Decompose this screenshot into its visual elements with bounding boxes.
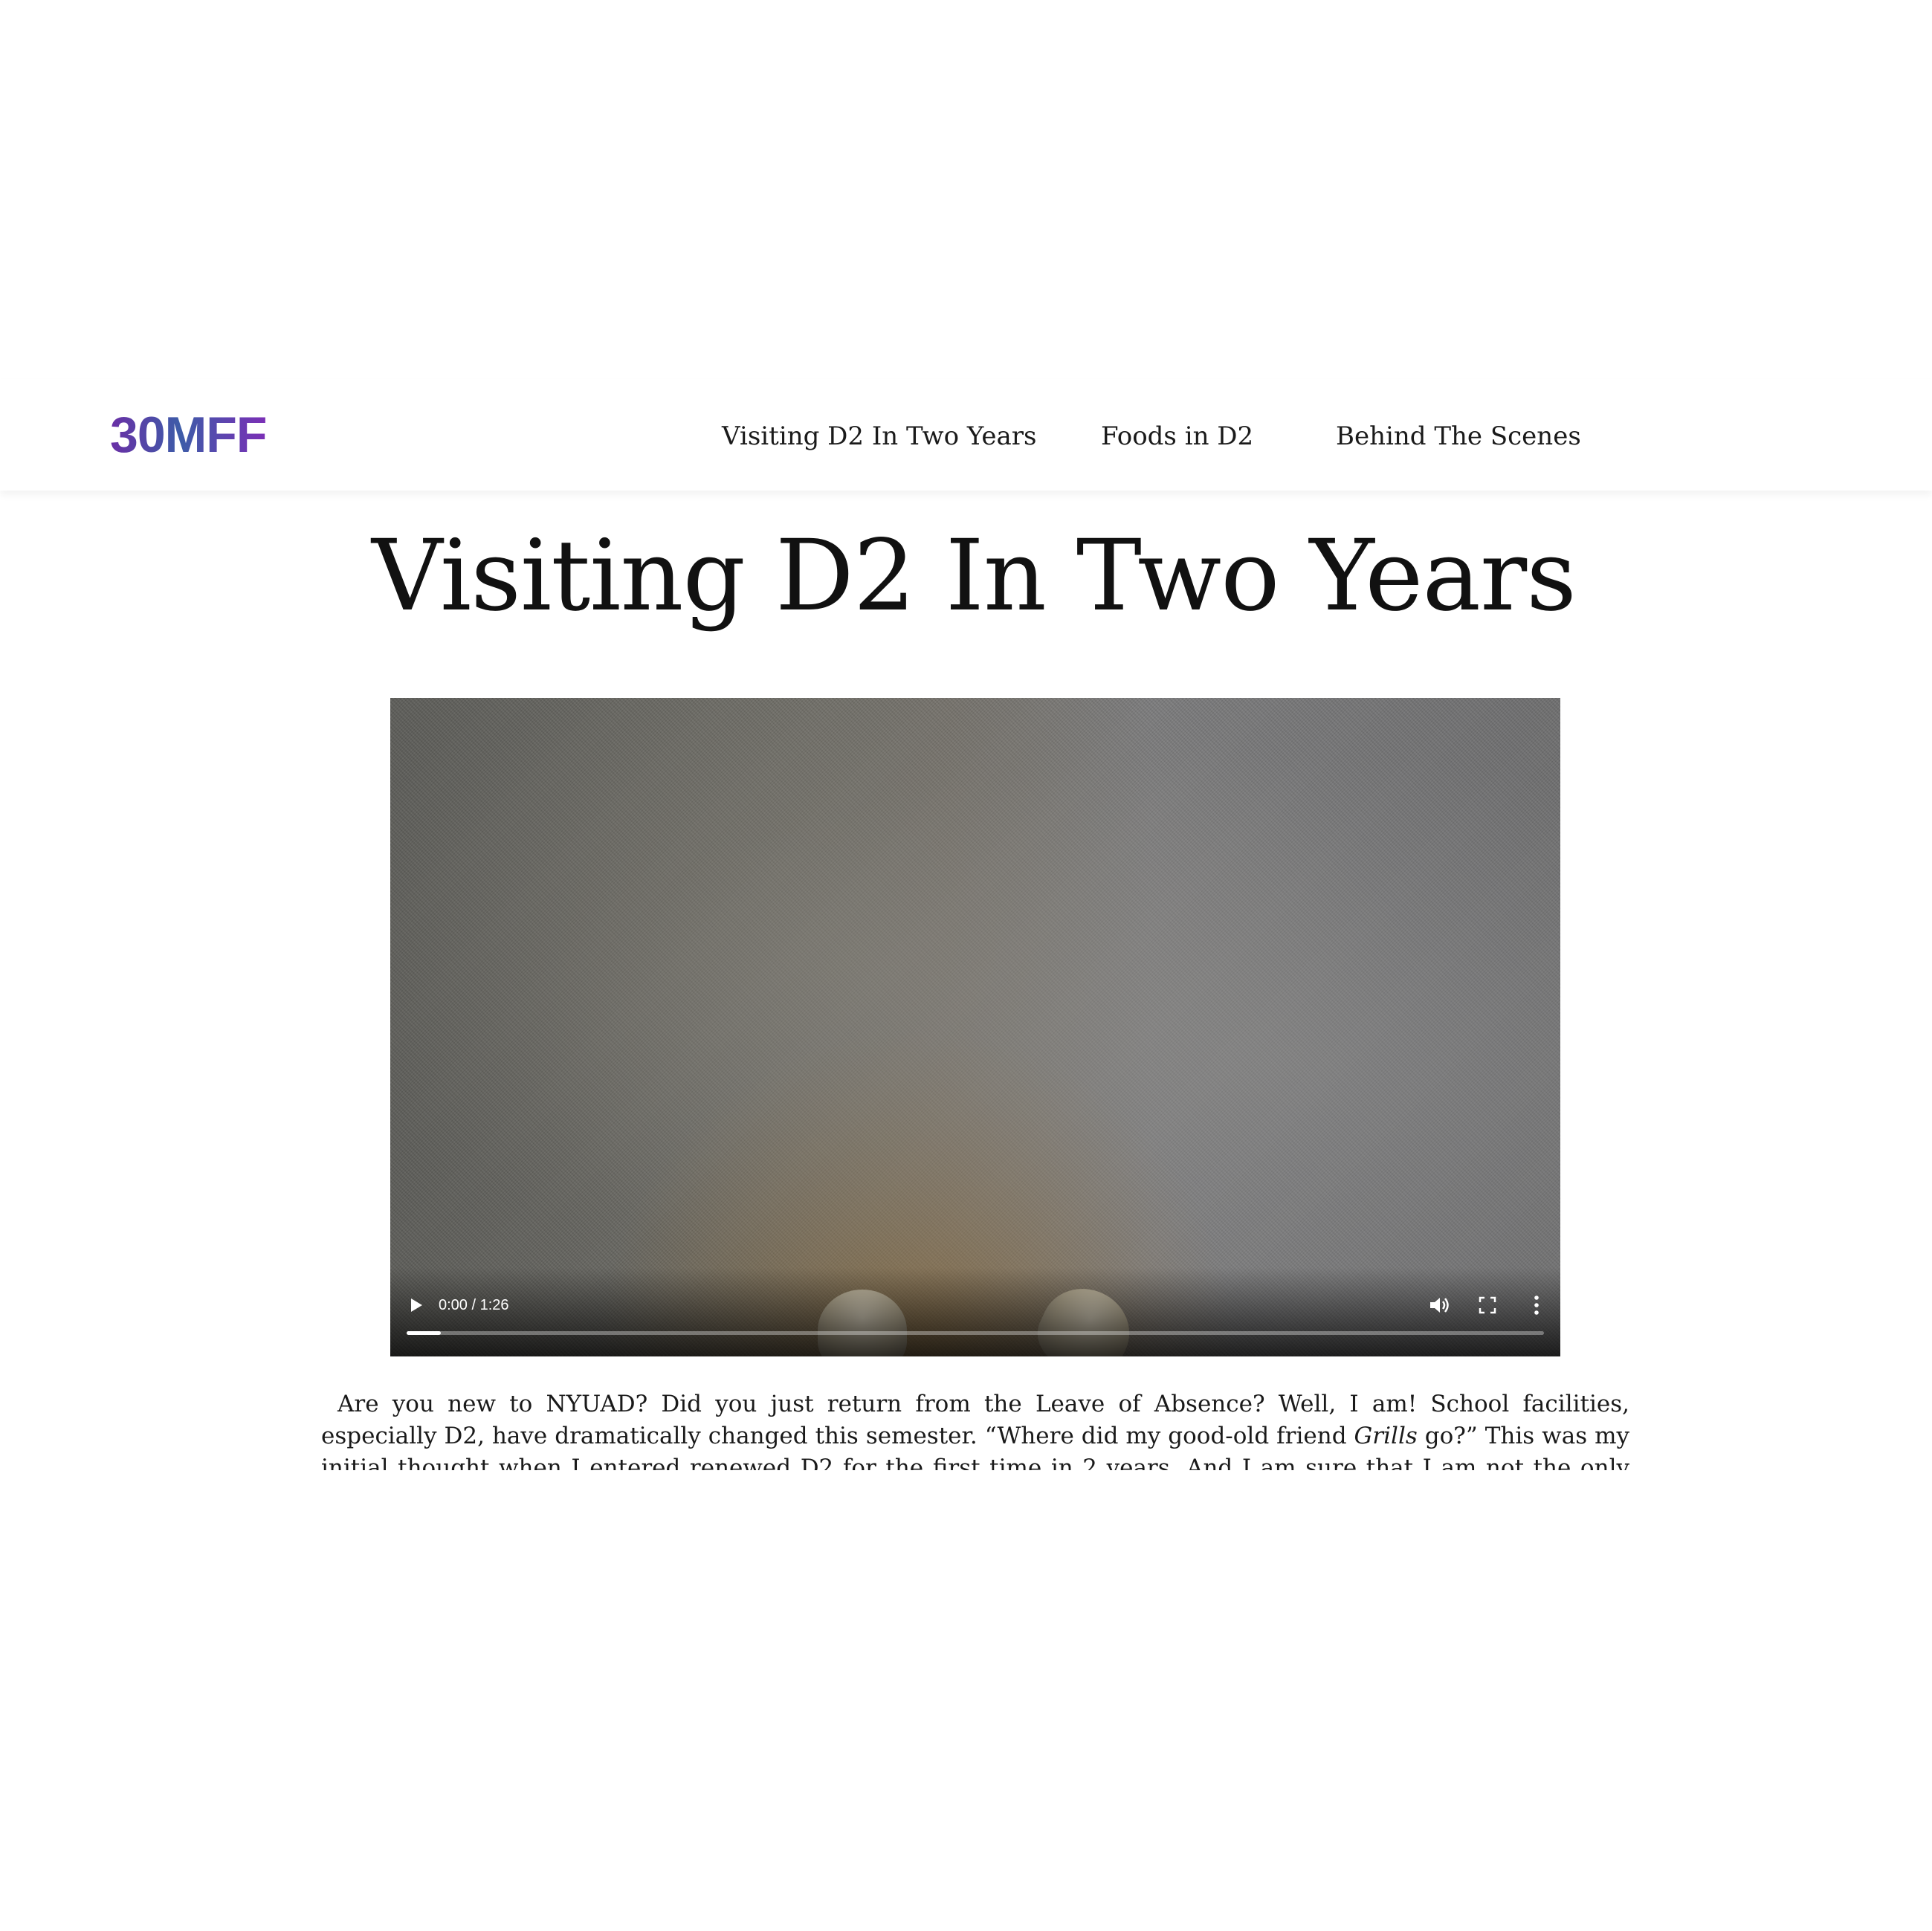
article-body-container: Are you new to NYUAD? Did you just retur… — [321, 1388, 1629, 1470]
more-options-icon[interactable] — [1533, 1295, 1540, 1316]
article-text-italic: Grills — [1354, 1423, 1418, 1449]
nav-link-foods-in-d2[interactable]: Foods in D2 — [1101, 415, 1253, 458]
fullscreen-icon[interactable] — [1479, 1296, 1496, 1314]
video-player[interactable]: 0:00 / 1:26 — [390, 698, 1560, 1356]
site-header: 30MFF Visiting D2 In Two Years Foods in … — [0, 379, 1932, 491]
play-icon[interactable] — [411, 1298, 422, 1312]
page-title: Visiting D2 In Two Years — [372, 519, 1577, 633]
volume-icon[interactable] — [1428, 1295, 1450, 1316]
nav-link-visiting-d2[interactable]: Visiting D2 In Two Years — [722, 415, 1036, 458]
article-paragraph: Are you new to NYUAD? Did you just retur… — [321, 1388, 1629, 1470]
video-progress-fill — [407, 1331, 441, 1335]
nav-link-behind-the-scenes[interactable]: Behind The Scenes — [1336, 415, 1581, 458]
main-nav: Visiting D2 In Two Years Foods in D2 Beh… — [0, 379, 1932, 491]
video-controls-overlay — [390, 1267, 1560, 1356]
video-progress-bar[interactable] — [407, 1331, 1544, 1335]
video-time-readout: 0:00 / 1:26 — [439, 1297, 509, 1313]
